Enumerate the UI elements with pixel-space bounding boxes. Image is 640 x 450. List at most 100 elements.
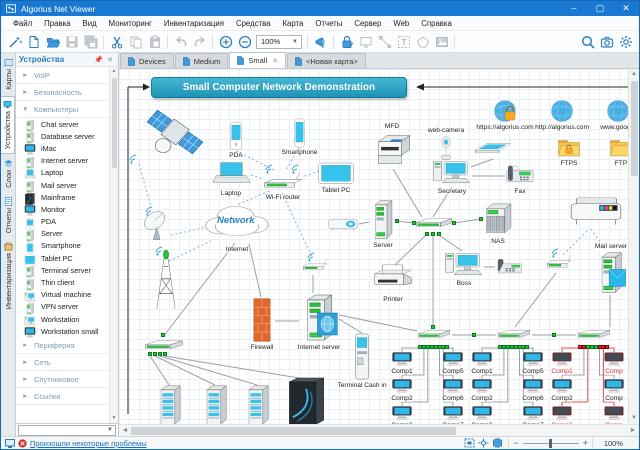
device-filter-combo[interactable]: ▼ xyxy=(16,423,118,436)
map-node-switchbox[interactable] xyxy=(576,327,612,344)
fit-window-icon[interactable] xyxy=(462,438,476,449)
map-node-nas[interactable]: NAS xyxy=(481,201,515,237)
map-node-wifirouter[interactable]: Wi-Fi router xyxy=(261,169,305,193)
sidebar-tab-Устройства[interactable]: Устройства xyxy=(1,96,15,154)
menu-Средства[interactable]: Средства xyxy=(230,19,277,28)
scrollbar-thumb[interactable] xyxy=(112,78,117,168)
map-tab-Новая карта[interactable]: <Новая карта> xyxy=(287,53,366,68)
zoom-slider[interactable]: − + xyxy=(513,438,588,448)
map-node-ws[interactable]: Boss xyxy=(444,249,484,279)
tab-close-icon[interactable]: ✕ xyxy=(272,57,278,65)
device-item[interactable]: Tablet PC xyxy=(16,252,109,264)
device-group-Сеть[interactable]: ►Сеть xyxy=(16,354,109,371)
menu-Справка[interactable]: Справка xyxy=(415,19,458,28)
device-item[interactable]: Internet server xyxy=(16,155,109,167)
map-node-switchbox[interactable] xyxy=(143,337,185,356)
map-banner[interactable]: Small Computer Network Demonstration xyxy=(151,77,407,98)
device-item[interactable]: Database server xyxy=(16,130,109,142)
toolbar-zoom-combo[interactable]: 100%▼ xyxy=(256,35,302,49)
maximize-button[interactable]: ▢ xyxy=(587,1,613,16)
device-item[interactable]: Chat server xyxy=(16,118,109,130)
map-node-rack[interactable] xyxy=(243,385,273,424)
scroll-up-icon[interactable]: ▲ xyxy=(112,67,117,76)
device-item[interactable]: Mainframe xyxy=(16,191,109,203)
toolbar-lock-edit-button[interactable] xyxy=(337,33,356,51)
map-node-firewall[interactable]: Firewall xyxy=(249,297,275,343)
minimize-button[interactable]: – xyxy=(561,1,587,16)
map-node-computer[interactable]: Comp3 xyxy=(471,406,493,421)
zoom-out-icon[interactable]: − xyxy=(513,438,518,448)
scroll-right-icon[interactable]: ► xyxy=(627,427,639,434)
fit-selection-icon[interactable] xyxy=(490,438,504,449)
sidebar-scrollbar[interactable]: ▲ ▼ xyxy=(109,67,118,423)
map-node-rackdark[interactable] xyxy=(285,377,329,424)
center-view-icon[interactable] xyxy=(476,438,490,449)
map-node-computer[interactable]: Comp5 xyxy=(522,352,544,367)
map-node-globelock[interactable]: https://algorius.com xyxy=(493,99,517,123)
device-group-Периферия[interactable]: ►Периферия xyxy=(16,337,109,354)
menu-Web[interactable]: Web xyxy=(387,19,415,28)
menu-Отчеты[interactable]: Отчеты xyxy=(309,19,348,28)
vertical-scrollbar[interactable]: ▲ ▼ xyxy=(628,69,639,424)
map-node-globe[interactable]: http://algorius.com xyxy=(550,99,574,123)
zoom-in-icon[interactable]: + xyxy=(583,438,588,448)
map-node-rack[interactable] xyxy=(201,385,231,424)
map-node-mfd[interactable]: MFD xyxy=(371,131,413,169)
map-node-folder[interactable]: FTP xyxy=(609,137,628,159)
toolbar-new-map-button[interactable] xyxy=(24,33,43,51)
sidebar-tab-Отчеты[interactable]: Отчеты xyxy=(1,194,15,237)
menu-Файл[interactable]: Файл xyxy=(7,19,38,28)
map-node-globe[interactable]: www.google xyxy=(606,99,628,123)
map-node-computer[interactable]: Comp7 xyxy=(522,406,544,421)
map-node-fax[interactable]: Fax xyxy=(505,161,535,187)
map-node-computer[interactable]: Comp5 xyxy=(442,352,464,367)
toolbar-zoom-in-button[interactable] xyxy=(216,33,235,51)
map-node-plotter[interactable] xyxy=(569,195,623,231)
scrollbar-thumb[interactable] xyxy=(631,81,638,176)
map-node-rack[interactable] xyxy=(155,385,185,424)
map-node-cloud[interactable]: NetworkInternet xyxy=(203,199,271,245)
close-button[interactable]: ✕ xyxy=(613,1,639,16)
map-node-computer[interactable]: Comp1 xyxy=(551,352,573,367)
map-tab-Devices[interactable]: Devices xyxy=(120,53,174,68)
map-node-computer[interactable]: Comp6 xyxy=(442,379,464,394)
device-item[interactable]: Workstation xyxy=(16,313,109,325)
toolbar-settings-button[interactable] xyxy=(616,33,635,51)
device-item[interactable]: Terminal server xyxy=(16,264,109,276)
map-node-satellite[interactable] xyxy=(145,105,205,159)
map-node-ws[interactable]: Secretary xyxy=(432,157,472,187)
status-message-link[interactable]: Произошли некоторые проблемы xyxy=(30,439,147,448)
toolbar-megaphone-button[interactable] xyxy=(311,33,330,51)
map-node-dish[interactable] xyxy=(139,207,173,241)
scroll-up-icon[interactable]: ▲ xyxy=(631,69,637,80)
map-node-tower[interactable] xyxy=(147,249,185,311)
map-tab-Small[interactable]: Small✕ xyxy=(229,52,286,68)
map-node-computer[interactable]: Comp1 xyxy=(391,352,413,367)
scroll-down-icon[interactable]: ▼ xyxy=(631,413,637,424)
map-node-computer[interactable]: Comp2 xyxy=(551,379,573,394)
menu-Правка[interactable]: Правка xyxy=(38,19,76,28)
device-item[interactable]: Monitor xyxy=(16,203,109,215)
menu-Карта[interactable]: Карта xyxy=(277,19,310,28)
map-node-ap[interactable] xyxy=(543,253,573,273)
horizontal-scrollbar[interactable]: ◄ ► xyxy=(119,424,639,436)
scroll-down-icon[interactable]: ▼ xyxy=(112,414,117,423)
map-node-kiosk[interactable]: Terminal Cash in xyxy=(349,333,375,381)
device-group-Безопасность[interactable]: ►Безопасность xyxy=(16,84,109,101)
menu-Мониторинг[interactable]: Мониторинг xyxy=(103,19,158,28)
map-node-smartphone[interactable]: Smartphone xyxy=(291,118,308,148)
device-group-Компьютеры[interactable]: ▼Компьютеры xyxy=(16,101,109,118)
map-node-switchbox[interactable] xyxy=(496,327,532,344)
map-node-ap[interactable] xyxy=(299,257,329,275)
map-node-computer[interactable]: Comp2 xyxy=(471,379,493,394)
device-item[interactable]: Server xyxy=(16,228,109,240)
sidebar-tab-Карты[interactable]: Карты xyxy=(1,55,15,94)
map-node-computer[interactable]: Comp xyxy=(603,352,625,367)
device-item[interactable]: PDA xyxy=(16,216,109,228)
map-node-computer[interactable]: Comp3 xyxy=(391,406,413,421)
map-node-computer[interactable]: Comp2 xyxy=(391,379,413,394)
device-group-Ссылки[interactable]: ►Ссылки xyxy=(16,388,109,405)
device-item[interactable]: Thin client xyxy=(16,276,109,288)
resize-grip[interactable]: ⋰ xyxy=(627,439,635,447)
map-node-tablet[interactable]: Tablet PC xyxy=(317,161,355,186)
